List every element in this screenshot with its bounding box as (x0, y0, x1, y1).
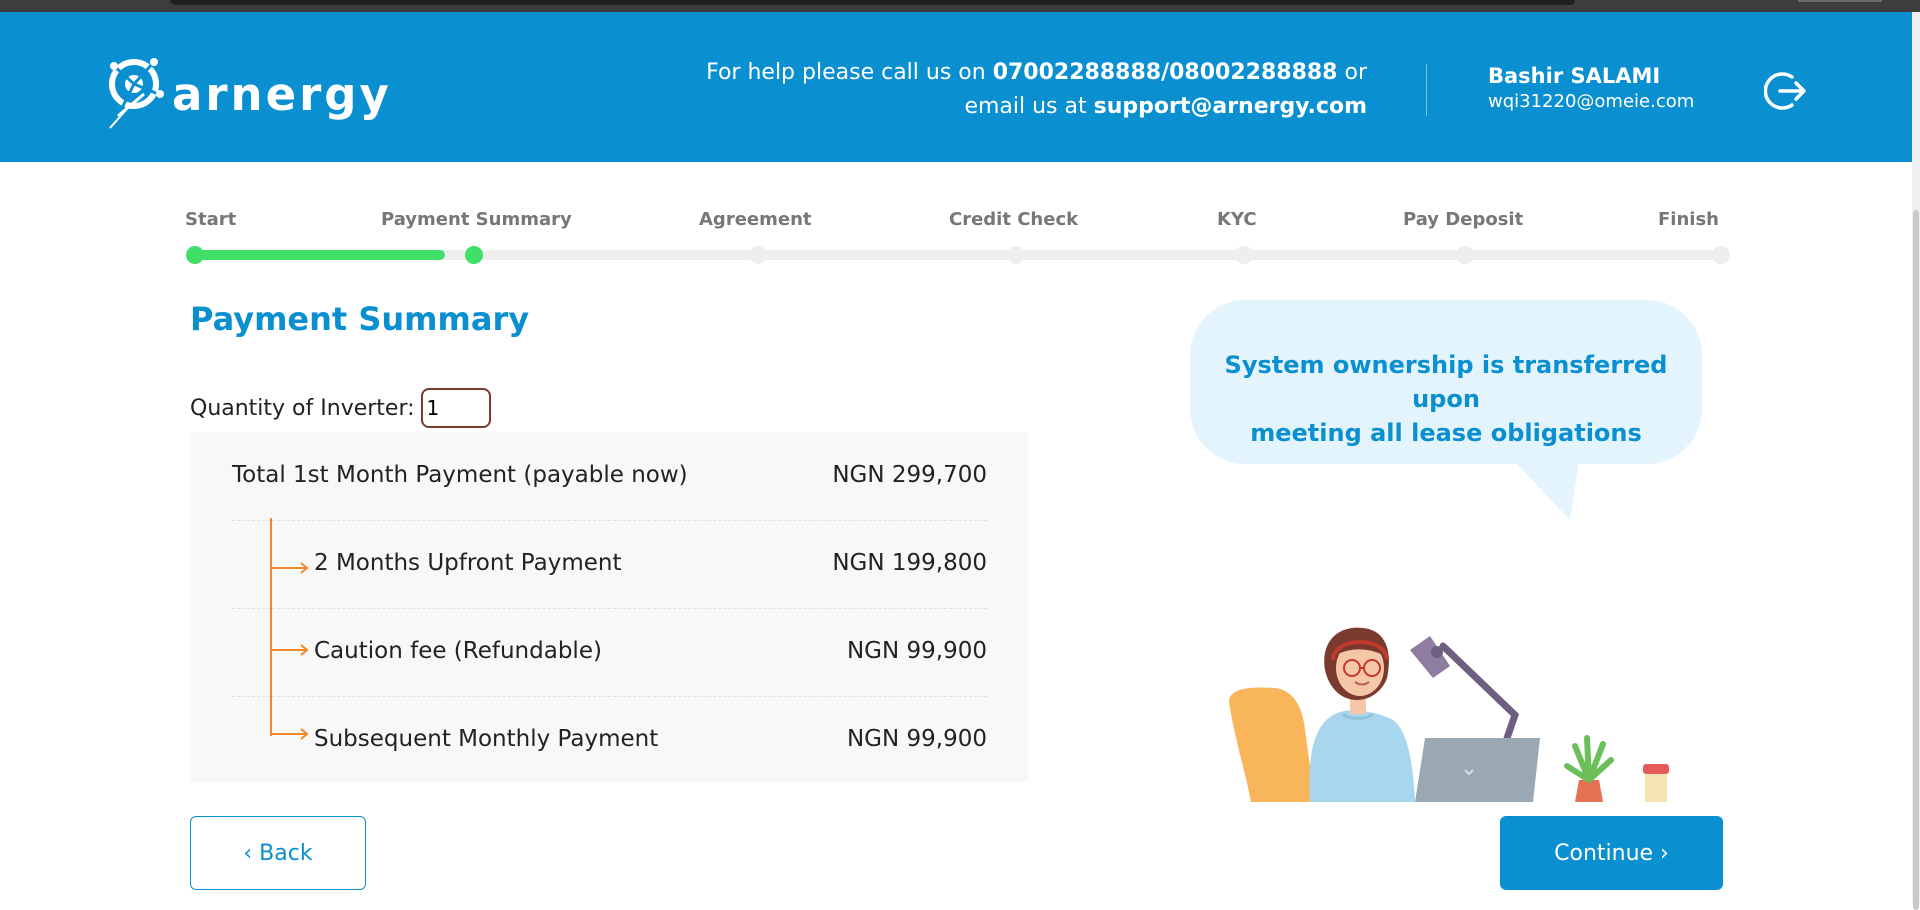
step-dot-payment-summary (465, 246, 483, 264)
caution-fee-label: Caution fee (Refundable) (314, 638, 602, 664)
page-scrollbar[interactable] (1912, 12, 1920, 910)
upfront-value: NGN 199,800 (832, 550, 987, 576)
arnergy-logo[interactable]: arnergy (104, 50, 389, 130)
page-title: Payment Summary (190, 300, 530, 338)
back-button[interactable]: ‹ Back (190, 816, 366, 890)
step-agreement: Agreement (699, 209, 812, 230)
arrow-right-icon (272, 644, 309, 656)
support-agent-illustration (1215, 620, 1675, 802)
continue-button[interactable]: Continue › (1500, 816, 1723, 890)
step-start: Start (185, 209, 237, 230)
progress-stepper: Start Payment Summary Agreement Credit C… (185, 205, 1730, 265)
user-email: wqi31220@omeie.com (1488, 91, 1695, 112)
step-dot-pay-deposit (1456, 246, 1474, 264)
arrow-right-icon (272, 562, 309, 574)
quantity-field: Quantity of Inverter: (190, 388, 491, 428)
monthly-value: NGN 99,900 (846, 726, 987, 752)
logout-icon (1763, 72, 1806, 110)
callout-tail (1515, 462, 1579, 520)
callout-line-1: System ownership is transferred upon (1224, 351, 1668, 413)
callout-line-2: meeting all lease obligations (1250, 419, 1642, 447)
user-name: Bashir SALAMI (1488, 64, 1661, 88)
header-divider (1426, 64, 1427, 116)
step-dot-finish (1712, 246, 1730, 264)
monthly-row: Subsequent Monthly Payment NGN 99,900 (232, 696, 987, 784)
help-prefix: For help please call us on (706, 60, 993, 85)
monthly-label: Subsequent Monthly Payment (314, 726, 659, 752)
browser-top-strip (0, 0, 1920, 12)
site-header: arnergy For help please call us on 07002… (0, 12, 1912, 162)
logout-button[interactable] (1763, 68, 1810, 114)
step-credit-check: Credit Check (949, 209, 1079, 230)
stepper-progress-fill (195, 250, 445, 260)
step-dot-credit-check (1007, 246, 1025, 264)
arrow-right-icon (272, 728, 309, 740)
payment-summary-panel: Total 1st Month Payment (payable now) NG… (190, 432, 1028, 782)
support-agent-image (1229, 627, 1669, 802)
step-dot-agreement (749, 246, 767, 264)
step-dot-start (186, 246, 204, 264)
help-mid: or (1337, 60, 1367, 85)
total-label: Total 1st Month Payment (payable now) (232, 462, 688, 488)
tree-connector-line (270, 518, 272, 736)
arnergy-logo-icon (109, 58, 164, 129)
help-email[interactable]: support@arnergy.com (1094, 94, 1367, 119)
step-pay-deposit: Pay Deposit (1403, 209, 1524, 230)
help-email-prefix: email us at (964, 94, 1094, 119)
user-info: Bashir SALAMI wqi31220@omeie.com (1488, 62, 1694, 114)
quantity-input[interactable] (420, 388, 491, 428)
quantity-label: Quantity of Inverter: (190, 395, 415, 421)
browser-control (1798, 0, 1882, 2)
total-value: NGN 299,700 (832, 462, 987, 488)
total-row: Total 1st Month Payment (payable now) NG… (232, 432, 987, 520)
upfront-label: 2 Months Upfront Payment (314, 550, 622, 576)
browser-address-bar (170, 0, 1575, 5)
upfront-row: 2 Months Upfront Payment NGN 199,800 (232, 520, 987, 608)
help-phone[interactable]: 07002288888/08002288888 (993, 60, 1338, 85)
caution-fee-value: NGN 99,900 (846, 638, 987, 664)
caution-fee-row: Caution fee (Refundable) NGN 99,900 (232, 608, 987, 696)
step-kyc: KYC (1217, 209, 1257, 230)
ownership-callout: System ownership is transferred upon mee… (1190, 300, 1702, 464)
scrollbar-thumb[interactable] (1913, 210, 1919, 910)
step-dot-kyc (1235, 246, 1253, 264)
logo-wordmark: arnergy (172, 68, 392, 121)
help-contact: For help please call us on 07002288888/0… (706, 56, 1367, 124)
step-finish: Finish (1658, 209, 1719, 230)
step-payment-summary: Payment Summary (381, 209, 572, 230)
